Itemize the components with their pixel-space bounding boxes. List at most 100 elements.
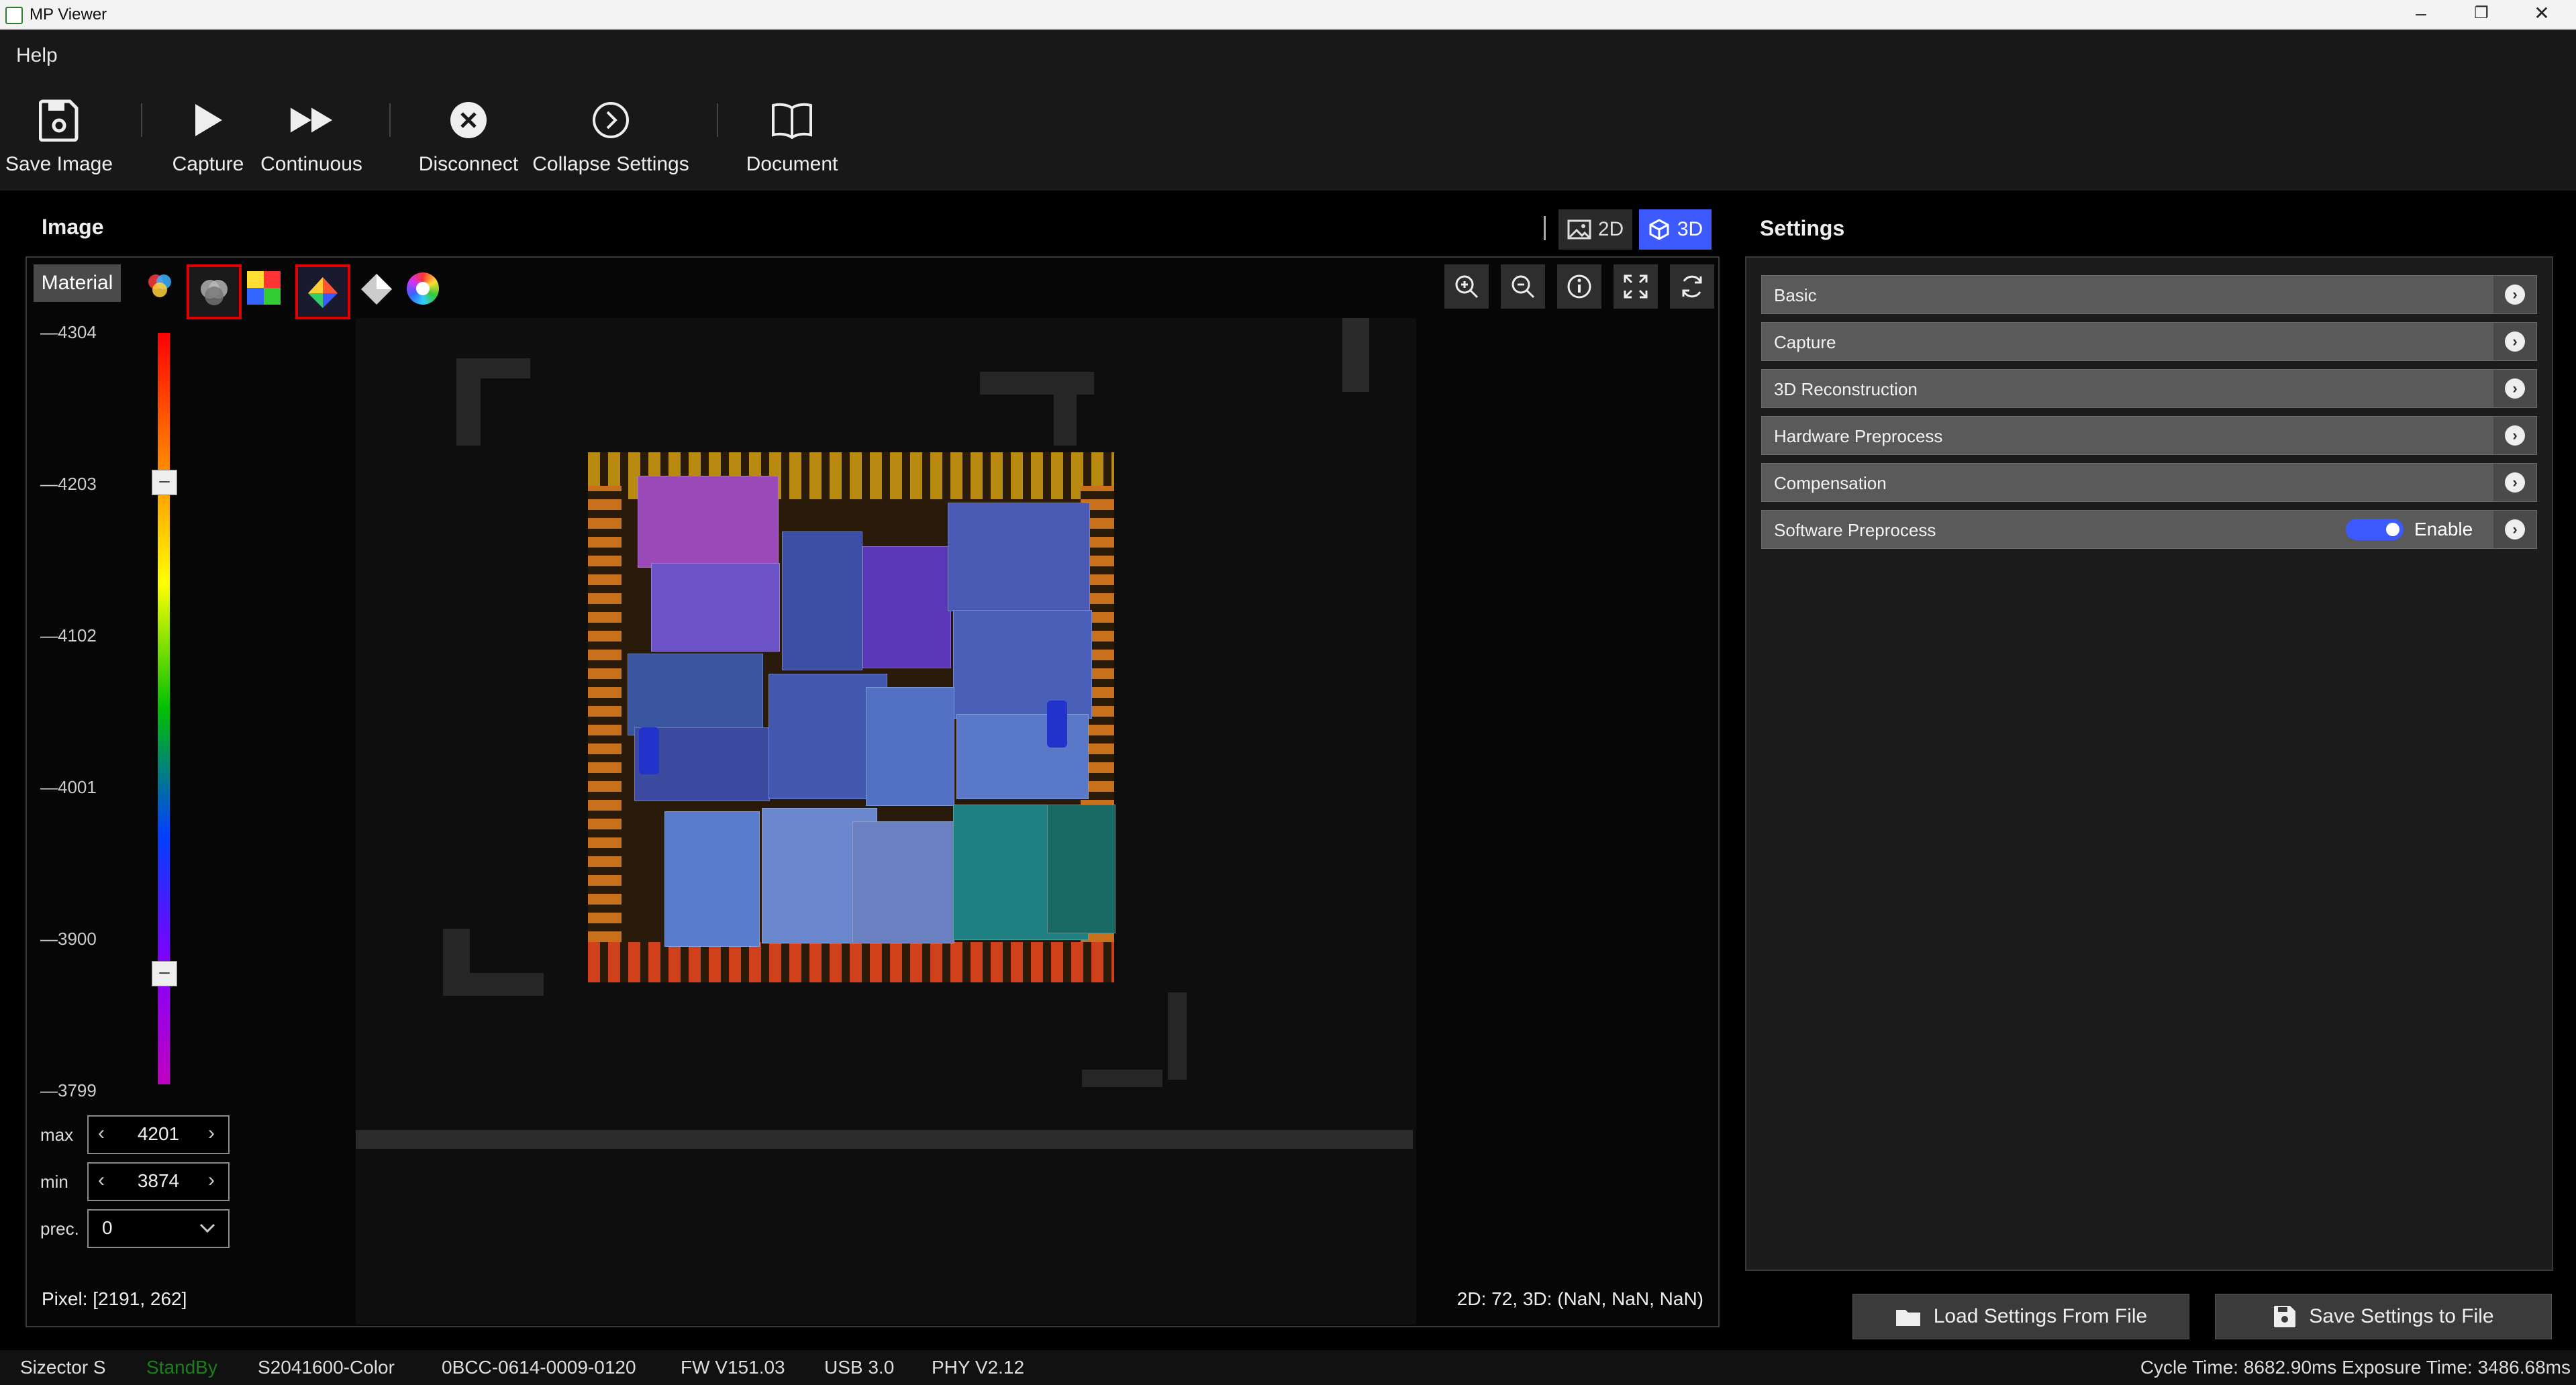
floor-mark bbox=[1054, 372, 1077, 446]
box bbox=[866, 687, 954, 806]
depth-blend-icon[interactable] bbox=[187, 264, 242, 319]
save-image-button[interactable]: Save Image bbox=[0, 97, 118, 191]
minimize-button[interactable]: – bbox=[2391, 0, 2451, 30]
heightmap-icon[interactable] bbox=[295, 264, 350, 319]
document-label: Document bbox=[746, 153, 838, 175]
settings-section-hardware-preprocess[interactable]: Hardware Preprocess › bbox=[1761, 416, 2537, 455]
pallet-bottom-edge bbox=[588, 942, 1114, 982]
mode-divider bbox=[1544, 216, 1546, 240]
chevron-right-icon: › bbox=[2505, 378, 2525, 399]
collapse-settings-label: Collapse Settings bbox=[532, 153, 689, 175]
mode-2d-label: 2D bbox=[1597, 218, 1624, 240]
scale-tick: —4102 bbox=[40, 625, 97, 646]
scale-tick: —4001 bbox=[40, 777, 97, 797]
section-label: Basic bbox=[1774, 285, 1817, 305]
prec-select[interactable]: 0 bbox=[87, 1209, 230, 1248]
document-button[interactable]: Document bbox=[738, 97, 846, 191]
image-panel-title: Image bbox=[42, 215, 104, 239]
info-icon[interactable] bbox=[1557, 264, 1601, 309]
firmware-version: FW V151.03 bbox=[681, 1357, 785, 1378]
rgb-circles-icon[interactable] bbox=[145, 271, 175, 301]
min-spinbox[interactable]: 3874 ‹ › bbox=[87, 1162, 230, 1201]
expand-arrow[interactable]: › bbox=[2493, 323, 2536, 360]
chevron-down-icon bbox=[199, 1223, 215, 1233]
settings-section-software-preprocess[interactable]: Software Preprocess Enable › bbox=[1761, 510, 2537, 549]
book-icon bbox=[769, 97, 815, 144]
section-label: Hardware Preprocess bbox=[1774, 426, 1943, 446]
chevron-right-icon: › bbox=[2505, 425, 2525, 446]
close-button[interactable]: ✕ bbox=[2512, 0, 2572, 30]
disconnect-button[interactable]: Disconnect bbox=[415, 97, 522, 191]
collapse-settings-button[interactable]: Collapse Settings bbox=[530, 97, 691, 191]
save-settings-label: Save Settings to File bbox=[2309, 1305, 2494, 1327]
load-settings-label: Load Settings From File bbox=[1933, 1305, 2148, 1327]
menu-help[interactable]: Help bbox=[16, 44, 58, 67]
max-increment[interactable]: › bbox=[208, 1122, 215, 1145]
section-label: Software Preprocess bbox=[1774, 520, 1936, 540]
settings-title: Settings bbox=[1760, 216, 1845, 240]
toolbar: Save Image Capture Continuous Disconnect… bbox=[0, 90, 2576, 191]
phy-version: PHY V2.12 bbox=[932, 1357, 1025, 1378]
floor-mark bbox=[456, 358, 530, 378]
object-marker bbox=[1047, 701, 1067, 748]
material-button[interactable]: Material bbox=[34, 264, 121, 302]
load-settings-button[interactable]: Load Settings From File bbox=[1852, 1294, 2189, 1339]
expand-arrow[interactable]: › bbox=[2493, 464, 2536, 501]
box bbox=[1047, 805, 1116, 933]
save-settings-button[interactable]: Save Settings to File bbox=[2215, 1294, 2552, 1339]
reset-view-icon[interactable] bbox=[1670, 264, 1714, 309]
maximize-button[interactable]: ❐ bbox=[2451, 0, 2512, 30]
toolbar-divider bbox=[389, 103, 391, 137]
box bbox=[782, 531, 862, 670]
capture-label: Capture bbox=[172, 153, 244, 175]
expand-arrow[interactable]: › bbox=[2493, 511, 2536, 548]
mode-3d-label: 3D bbox=[1677, 218, 1703, 240]
image-icon bbox=[1567, 219, 1591, 240]
save-icon bbox=[36, 97, 83, 144]
disconnect-label: Disconnect bbox=[418, 153, 519, 175]
mode-3d-button[interactable]: 3D bbox=[1639, 209, 1712, 250]
disconnect-x-icon bbox=[445, 97, 492, 144]
min-increment[interactable]: › bbox=[208, 1169, 215, 1192]
scale-tick: —4304 bbox=[40, 322, 97, 342]
settings-section-3d-reconstruction[interactable]: 3D Reconstruction › bbox=[1761, 369, 2537, 408]
expand-arrow[interactable]: › bbox=[2493, 276, 2536, 313]
min-slider-handle[interactable]: – bbox=[152, 961, 177, 986]
max-slider-handle[interactable]: – bbox=[152, 470, 177, 495]
settings-section-compensation[interactable]: Compensation › bbox=[1761, 463, 2537, 502]
floor-mark bbox=[1082, 1070, 1162, 1087]
expand-arrow[interactable]: › bbox=[2493, 417, 2536, 454]
settings-section-capture[interactable]: Capture › bbox=[1761, 322, 2537, 361]
prec-value: 0 bbox=[102, 1217, 113, 1238]
image-viewport[interactable]: Material – – —4304 —4203 —4102 —4001 —39… bbox=[26, 256, 1720, 1327]
max-decrement[interactable]: ‹ bbox=[98, 1122, 105, 1145]
mode-2d-button[interactable]: 2D bbox=[1558, 209, 1632, 250]
fit-view-icon[interactable] bbox=[1614, 264, 1658, 309]
device-name: Sizector S bbox=[20, 1357, 106, 1378]
capture-button[interactable]: Capture bbox=[161, 97, 255, 191]
zoom-out-icon[interactable] bbox=[1501, 264, 1545, 309]
settings-section-basic[interactable]: Basic › bbox=[1761, 275, 2537, 314]
min-label: min bbox=[40, 1172, 68, 1192]
continuous-button[interactable]: Continuous bbox=[258, 97, 365, 191]
usb-version: USB 3.0 bbox=[824, 1357, 895, 1378]
gray-diamond-icon[interactable] bbox=[358, 271, 395, 307]
scale-tick: —3799 bbox=[40, 1080, 97, 1100]
box bbox=[628, 654, 763, 735]
min-decrement[interactable]: ‹ bbox=[98, 1169, 105, 1192]
toolbar-divider bbox=[141, 103, 142, 137]
settings-panel: Basic › Capture › 3D Reconstruction › Ha… bbox=[1745, 256, 2553, 1271]
zoom-in-icon[interactable] bbox=[1444, 264, 1489, 309]
section-label: Capture bbox=[1774, 332, 1836, 352]
expand-arrow[interactable]: › bbox=[2493, 370, 2536, 407]
floor-mark bbox=[443, 973, 544, 996]
max-spinbox[interactable]: 4201 ‹ › bbox=[87, 1115, 230, 1154]
scale-tick: —3900 bbox=[40, 929, 97, 949]
menu-bar: Help bbox=[0, 30, 2576, 90]
app-icon bbox=[5, 7, 23, 24]
box bbox=[852, 821, 954, 943]
color-grid-icon[interactable] bbox=[247, 271, 281, 305]
color-wheel-icon[interactable] bbox=[407, 272, 439, 305]
enable-toggle[interactable] bbox=[2346, 519, 2404, 540]
box bbox=[948, 503, 1090, 611]
